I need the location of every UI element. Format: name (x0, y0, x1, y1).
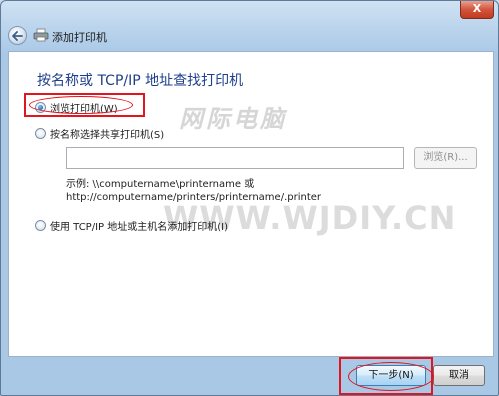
window-title: 添加打印机 (52, 31, 107, 44)
close-icon: X (472, 2, 482, 15)
option-tcpip-label: 使用 TCP/IP 地址或主机名添加打印机(I) (50, 222, 228, 233)
cancel-button[interactable]: 取消 (433, 365, 485, 386)
annotation-oval-next (348, 362, 434, 391)
example-line-1: 示例: \\computername\printername 或 (66, 179, 255, 190)
radio-tcpip[interactable] (35, 220, 46, 231)
option-select-shared-label: 按名称选择共享打印机(S) (50, 130, 165, 141)
shared-printer-path-input[interactable] (66, 147, 404, 169)
back-arrow-icon (12, 30, 23, 41)
watermark-site-name: 网际电脑 (179, 105, 287, 133)
browse-button[interactable]: 浏览(R)... (414, 147, 477, 169)
option-tcpip[interactable]: 使用 TCP/IP 地址或主机名添加打印机(I) (35, 218, 228, 233)
wizard-content: 网际电脑 WWW.WJDIY.CN 按名称或 TCP/IP 地址查找打印机 浏览… (8, 51, 494, 357)
printer-icon (33, 28, 49, 42)
annotation-oval-browse (29, 96, 133, 114)
back-button[interactable] (8, 26, 27, 45)
example-text: 示例: \\computername\printername 或 http://… (66, 178, 321, 204)
page-heading: 按名称或 TCP/IP 地址查找打印机 (37, 73, 244, 89)
example-line-2: http://computername/printers/printername… (66, 192, 322, 203)
title-bar: 添加打印机 X (1, 1, 498, 51)
add-printer-window: 添加打印机 X 网际电脑 WWW.WJDIY.CN 按名称或 TCP/IP 地址… (0, 0, 499, 396)
close-button[interactable]: X (460, 1, 494, 19)
radio-select-shared[interactable] (35, 128, 46, 139)
option-select-shared[interactable]: 按名称选择共享打印机(S) (35, 126, 164, 141)
